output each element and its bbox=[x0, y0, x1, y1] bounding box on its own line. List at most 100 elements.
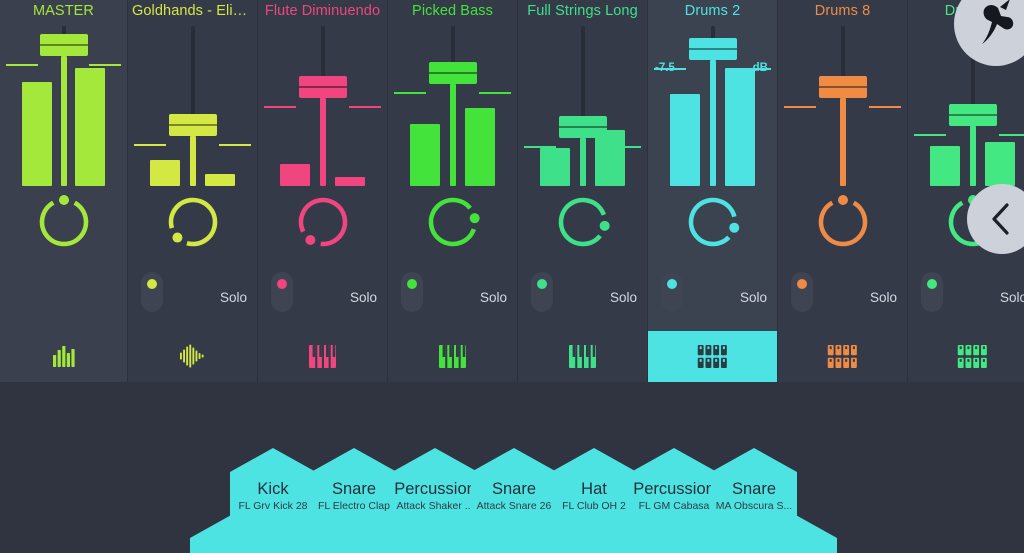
channel-type-button[interactable] bbox=[778, 330, 907, 382]
channel-type-button[interactable] bbox=[518, 330, 647, 382]
meter-right bbox=[465, 108, 495, 186]
fader-handle[interactable] bbox=[168, 114, 217, 136]
channel-fader-meters[interactable] bbox=[258, 26, 387, 186]
solo-button[interactable]: Solo bbox=[610, 290, 637, 305]
drum-pad-name: Hat bbox=[581, 479, 607, 498]
mixer-channel[interactable]: Goldhands - Elisa (... Solo bbox=[128, 0, 258, 382]
mute-toggle[interactable] bbox=[271, 272, 293, 312]
channel-title[interactable]: Full Strings Long bbox=[518, 3, 647, 19]
channel-type-button[interactable] bbox=[0, 330, 127, 382]
fader-tick-right bbox=[609, 146, 641, 148]
solo-button[interactable]: Solo bbox=[350, 290, 377, 305]
meter-left bbox=[670, 94, 700, 186]
fader-handle[interactable] bbox=[298, 76, 347, 98]
pan-knob[interactable] bbox=[423, 192, 483, 252]
bird-cursor-icon bbox=[954, 0, 1024, 66]
mute-toggle[interactable] bbox=[661, 272, 683, 312]
mute-toggle[interactable] bbox=[531, 272, 553, 312]
fader-stem bbox=[579, 138, 586, 186]
drum-pad-sample: FL GM Cabasa bbox=[638, 499, 710, 512]
channel-title[interactable]: Picked Bass bbox=[388, 3, 517, 19]
drum-pad-sample: MA Obscura S... bbox=[715, 499, 793, 512]
mute-toggle[interactable] bbox=[141, 272, 163, 312]
meter-right bbox=[205, 174, 235, 186]
mixer-channel[interactable]: Picked Bass Solo bbox=[388, 0, 518, 382]
fader-tick-right bbox=[89, 64, 121, 66]
mute-indicator-dot bbox=[797, 279, 807, 289]
mixer-channel[interactable]: Drums 8 Solo bbox=[778, 0, 908, 382]
fader-stem bbox=[709, 60, 716, 186]
fader-tick-right bbox=[479, 92, 511, 94]
drum-pad-name: Snare bbox=[731, 479, 777, 498]
channel-title[interactable]: Drums 8 bbox=[778, 3, 907, 19]
meter-right bbox=[335, 177, 365, 186]
fader-tick-right bbox=[869, 106, 901, 108]
piano-keys-icon bbox=[569, 344, 596, 368]
mixer-channel[interactable]: Flute Diminuendo Solo bbox=[258, 0, 388, 382]
pan-knob[interactable] bbox=[813, 192, 873, 252]
pan-knob[interactable] bbox=[163, 192, 223, 252]
channel-type-button[interactable] bbox=[908, 330, 1024, 382]
meter-right bbox=[985, 142, 1015, 186]
channel-fader-meters[interactable] bbox=[518, 26, 647, 186]
fader-handle[interactable] bbox=[688, 38, 737, 60]
channel-title[interactable]: MASTER bbox=[0, 3, 127, 19]
fader-stem bbox=[839, 98, 846, 186]
mixer-strips[interactable]: MASTER Goldhands - Elisa (... Solo Flute… bbox=[0, 0, 1024, 382]
solo-button[interactable]: Solo bbox=[480, 290, 507, 305]
channel-fader-meters[interactable] bbox=[388, 26, 517, 186]
fader-handle[interactable] bbox=[558, 116, 607, 138]
channel-fader-meters[interactable] bbox=[0, 26, 127, 186]
pan-knob[interactable] bbox=[683, 192, 743, 252]
channel-fader-meters[interactable] bbox=[128, 26, 257, 186]
solo-button[interactable]: Solo bbox=[870, 290, 897, 305]
drum-pads-icon bbox=[957, 344, 988, 368]
pan-knob[interactable] bbox=[34, 192, 94, 252]
channel-type-button[interactable] bbox=[128, 330, 257, 382]
solo-button[interactable]: Solo bbox=[1000, 290, 1024, 305]
drum-pad-sample: FL Electro Clap bbox=[318, 499, 390, 512]
pan-knob[interactable] bbox=[293, 192, 353, 252]
mute-toggle[interactable] bbox=[401, 272, 423, 312]
meter-left bbox=[930, 146, 960, 186]
mixer-channel[interactable]: Drums 2 -7.5 dB Solo bbox=[648, 0, 778, 382]
drum-pad-name: Snare bbox=[491, 479, 537, 498]
solo-button[interactable]: Solo bbox=[220, 290, 247, 305]
fader-stem bbox=[319, 98, 326, 186]
fader-stem bbox=[189, 136, 196, 186]
mute-toggle[interactable] bbox=[921, 272, 943, 312]
meter-right bbox=[75, 68, 105, 186]
mute-toggle[interactable] bbox=[791, 272, 813, 312]
fader-tick-right bbox=[219, 144, 251, 146]
mixer-channel[interactable]: MASTER bbox=[0, 0, 128, 382]
drum-pad-name: Snare bbox=[331, 479, 377, 498]
fader-tick-right bbox=[999, 134, 1024, 136]
pan-knob[interactable] bbox=[553, 192, 613, 252]
meter-left bbox=[22, 82, 52, 186]
drum-pad-name: Kick bbox=[257, 479, 289, 498]
drum-pad-name: Percussion bbox=[394, 479, 476, 498]
waveform-icon bbox=[179, 344, 206, 368]
mixer-channel[interactable]: Full Strings Long Solo bbox=[518, 0, 648, 382]
channel-title[interactable]: Flute Diminuendo bbox=[258, 3, 387, 19]
mixer-bars-icon bbox=[52, 345, 76, 368]
channel-type-button[interactable] bbox=[258, 330, 387, 382]
channel-title[interactable]: Drums 2 bbox=[648, 3, 777, 19]
channel-type-button[interactable] bbox=[648, 330, 777, 382]
channel-type-button[interactable] bbox=[388, 330, 517, 382]
fader-handle[interactable] bbox=[428, 62, 477, 84]
fader-stem bbox=[969, 126, 976, 186]
channel-fader-meters[interactable]: -7.5 dB bbox=[648, 26, 777, 186]
drum-pad-grid[interactable]: Kick FL Grv Kick 28 Snare FL Electro Clap… bbox=[0, 440, 1024, 553]
meter-left bbox=[540, 148, 570, 186]
fader-handle[interactable] bbox=[948, 104, 997, 126]
fader-tick-right bbox=[349, 106, 381, 108]
channel-title[interactable]: Goldhands - Elisa (... bbox=[128, 3, 257, 19]
fader-handle[interactable] bbox=[818, 76, 867, 98]
fader-handle[interactable] bbox=[39, 34, 88, 56]
fader-tick-left bbox=[524, 146, 556, 148]
solo-button[interactable]: Solo bbox=[740, 290, 767, 305]
channel-fader-meters[interactable] bbox=[778, 26, 907, 186]
drum-pads-icon bbox=[827, 344, 858, 368]
fader-db-unit: dB bbox=[752, 62, 768, 74]
